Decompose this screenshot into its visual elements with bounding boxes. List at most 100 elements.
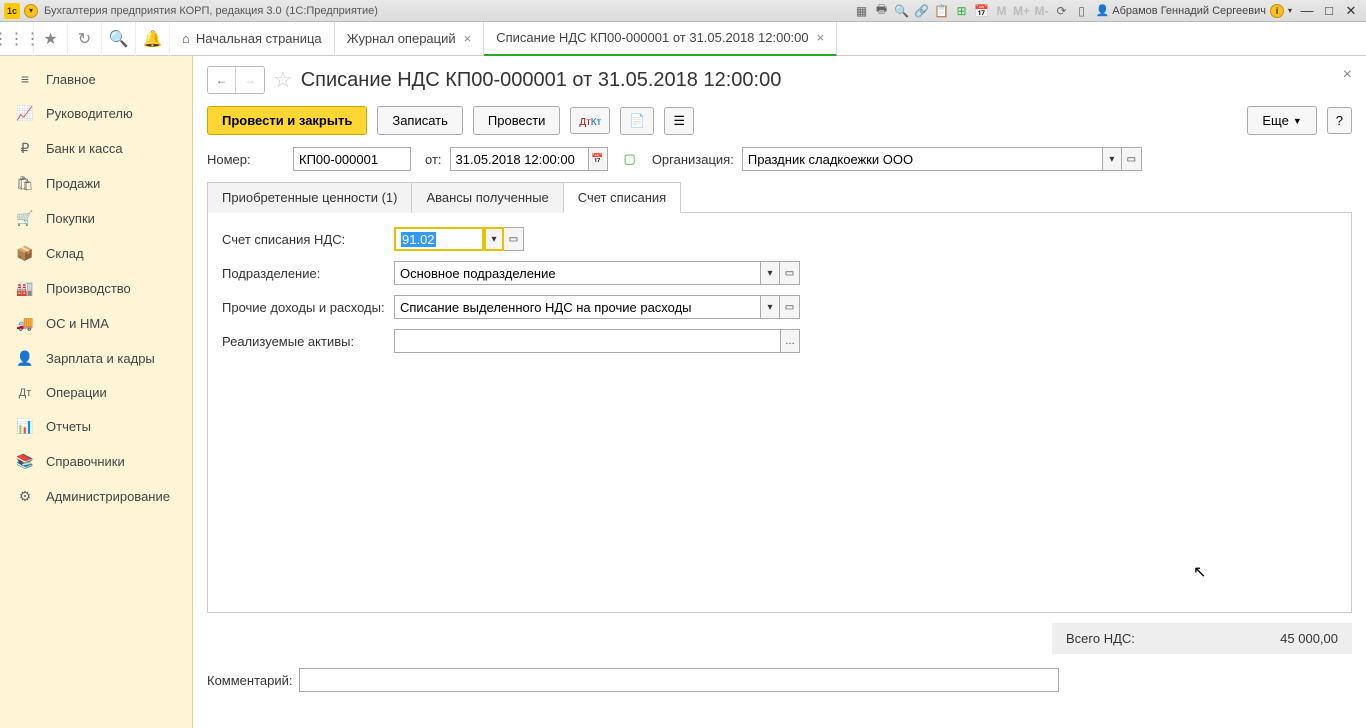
search-toolbar-icon[interactable]: 🔍 (102, 22, 136, 56)
m-plus-button[interactable]: M+ (1012, 2, 1032, 20)
close-document-button[interactable]: × (1343, 66, 1352, 84)
minimize-button[interactable]: — (1296, 3, 1318, 18)
sidebar-item-catalogs[interactable]: 📚Справочники (0, 444, 192, 479)
help-button[interactable]: ? (1327, 107, 1352, 134)
open-icon[interactable]: ▭ (1122, 147, 1142, 171)
sidebar-item-warehouse[interactable]: 📦Склад (0, 236, 192, 271)
tab-writeoff[interactable]: Счет списания (563, 182, 681, 213)
assets-input[interactable] (394, 329, 780, 353)
document-header: ← → ☆ Списание НДС КП00-000001 от 31.05.… (207, 66, 1352, 94)
document-tabs: ⌂ Начальная страница Журнал операций × С… (170, 22, 837, 56)
dropdown-icon[interactable]: ▾ (484, 227, 504, 251)
date-input[interactable] (450, 147, 588, 171)
tab-advances[interactable]: Авансы полученные (411, 182, 563, 213)
back-button[interactable]: ← (208, 67, 236, 93)
dtkt-button[interactable]: ДтКт (570, 107, 610, 134)
dept-input[interactable] (394, 261, 760, 285)
sidebar-item-label: Зарплата и кадры (46, 351, 155, 366)
list-button[interactable]: ☰ (664, 107, 694, 135)
sidebar-item-sales[interactable]: 🛍 Продажи (0, 166, 192, 201)
sidebar-item-main[interactable]: ≡Главное (0, 62, 192, 96)
sidebar-item-reports[interactable]: 📊Отчеты (0, 409, 192, 444)
sidebar-item-operations[interactable]: ДтОперации (0, 376, 192, 409)
info-icon[interactable]: i (1270, 4, 1284, 18)
number-input[interactable] (293, 147, 411, 171)
bell-icon[interactable]: 🔔 (136, 22, 170, 56)
document-title: Списание НДС КП00-000001 от 31.05.2018 1… (301, 69, 782, 92)
close-icon[interactable]: × (464, 31, 472, 46)
factory-icon: 🏭 (16, 280, 34, 297)
comment-label: Комментарий: (207, 673, 293, 688)
sidebar-item-assets[interactable]: 🚚ОС и НМА (0, 306, 192, 341)
more-label: Еще (1262, 113, 1288, 128)
app-menu-dropdown[interactable]: ▾ (24, 4, 38, 18)
tab-acquired[interactable]: Приобретенные ценности (1) (207, 182, 412, 213)
save-button[interactable]: Записать (377, 106, 463, 135)
account-input[interactable]: 91.02 (394, 227, 484, 251)
sidebar-item-label: Банк и касса (46, 141, 123, 156)
dropdown-icon[interactable]: ▾ (1102, 147, 1122, 171)
sidebar-item-purchases[interactable]: 🛒Покупки (0, 201, 192, 236)
sidebar-item-label: Отчеты (46, 419, 91, 434)
sidebar-item-manager[interactable]: 📈Руководителю (0, 96, 192, 131)
sidebar-item-label: Продажи (46, 176, 100, 191)
account-label: Счет списания НДС: (222, 232, 394, 247)
search-icon[interactable]: 🔍 (892, 2, 912, 20)
m-button[interactable]: M (992, 2, 1012, 20)
platform-label: (1С:Предприятие) (286, 5, 378, 17)
date-combo: 📅 (450, 147, 608, 171)
open-icon[interactable]: ▭ (780, 261, 800, 285)
bag-icon: 🛍 (16, 175, 34, 192)
open-icon[interactable]: ▭ (780, 295, 800, 319)
ellipsis-icon[interactable]: … (780, 329, 800, 353)
link-icon[interactable]: 🔗 (912, 2, 932, 20)
close-icon[interactable]: × (817, 30, 825, 45)
clipboard-icon[interactable]: 📋 (932, 2, 952, 20)
favorite-star-icon[interactable]: ☆ (273, 67, 293, 93)
print-icon[interactable]: 🖶 (872, 2, 892, 20)
sidebar-item-production[interactable]: 🏭Производство (0, 271, 192, 306)
favorite-icon[interactable]: ★ (34, 22, 68, 56)
org-input[interactable] (742, 147, 1102, 171)
post-and-close-button[interactable]: Провести и закрыть (207, 106, 367, 135)
sidebar-item-salary[interactable]: 👤Зарплата и кадры (0, 341, 192, 376)
forward-button[interactable]: → (236, 67, 264, 93)
close-button[interactable]: ✕ (1340, 3, 1362, 19)
content-area: × ← → ☆ Списание НДС КП00-000001 от 31.0… (193, 56, 1366, 728)
dept-combo: ▾ ▭ (394, 261, 800, 285)
calendar-picker-icon[interactable]: 📅 (588, 147, 608, 171)
tab-document-label: Списание НДС КП00-000001 от 31.05.2018 1… (496, 30, 808, 45)
tab-document[interactable]: Списание НДС КП00-000001 от 31.05.2018 1… (484, 22, 837, 56)
more-button[interactable]: Еще▼ (1247, 106, 1316, 135)
tab-journal[interactable]: Журнал операций × (335, 22, 485, 56)
history-icon[interactable]: ↻ (68, 22, 102, 56)
date-label: от: (425, 152, 442, 167)
attach-button[interactable]: 📄 (620, 107, 654, 135)
maximize-button[interactable]: □ (1318, 3, 1340, 18)
sidebar-item-label: Администрирование (46, 489, 170, 504)
other-input[interactable] (394, 295, 760, 319)
calc-icon[interactable]: ⊞ (952, 2, 972, 20)
sidebar-item-admin[interactable]: ⚙ Администрирование (0, 479, 192, 514)
header-fields: Номер: от: 📅 ▢ Организация: ▾ ▭ (207, 147, 1352, 171)
tab-content: Счет списания НДС: 91.02 ▾ ▭ Подразделен… (207, 213, 1352, 613)
calendar-icon[interactable]: 📅 (972, 2, 992, 20)
sidebar-item-bank[interactable]: ₽Банк и касса (0, 131, 192, 166)
user-icon: 👤 (1096, 4, 1110, 17)
dropdown-icon[interactable]: ▾ (760, 261, 780, 285)
book-icon[interactable]: ▯ (1072, 2, 1092, 20)
apps-icon[interactable]: ⋮⋮⋮ (0, 22, 34, 56)
rotate-icon[interactable]: ⟳ (1052, 2, 1072, 20)
box-icon: 📦 (16, 245, 34, 262)
user-block[interactable]: 👤 Абрамов Геннадий Сергеевич (1092, 4, 1270, 17)
tab-home[interactable]: ⌂ Начальная страница (170, 22, 335, 56)
post-button[interactable]: Провести (473, 106, 561, 135)
m-minus-button[interactable]: M- (1032, 2, 1052, 20)
gear-icon: ⚙ (16, 488, 34, 505)
dropdown-icon[interactable]: ▾ (760, 295, 780, 319)
grid-icon[interactable]: ▦ (852, 2, 872, 20)
comment-row: Комментарий: (207, 668, 1352, 692)
comment-input[interactable] (299, 668, 1059, 692)
total-value: 45 000,00 (1280, 631, 1338, 646)
open-icon[interactable]: ▭ (504, 227, 524, 251)
